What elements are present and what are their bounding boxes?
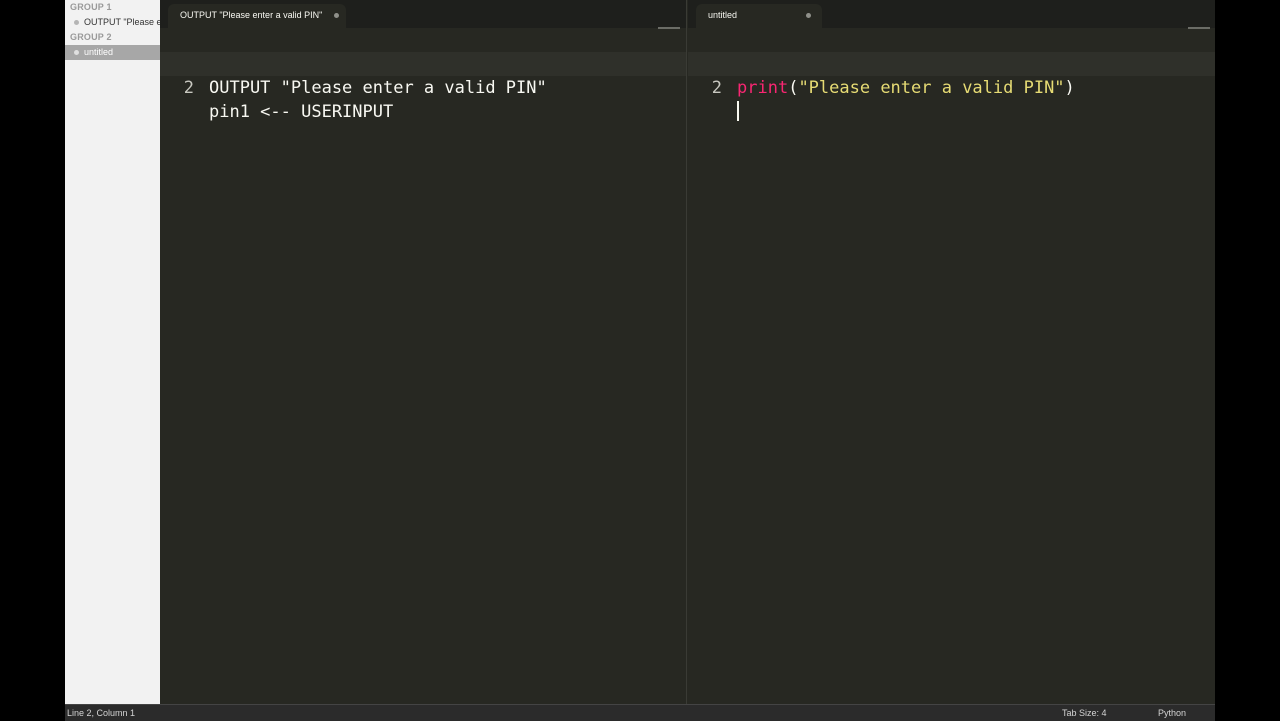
code-line-active: 2 pin1 <-- USERINPUT: [160, 52, 686, 122]
paren-token: ): [1064, 78, 1075, 98]
tab-label: OUTPUT "Please enter a valid PIN": [180, 10, 323, 20]
tab-bar: untitled: [688, 0, 1215, 29]
tab-label: untitled: [708, 10, 738, 20]
sidebar-open-files: GROUP 1 OUTPUT "Please e GROUP 2 untitle…: [65, 0, 161, 704]
file-dot-icon: [74, 20, 79, 25]
tab-untitled[interactable]: untitled: [696, 4, 822, 28]
code-line: 1 OUTPUT "Please enter a valid PIN": [160, 28, 686, 98]
group-heading-2: GROUP 2: [70, 32, 112, 42]
line-text: pin1 <-- USERINPUT: [209, 102, 394, 122]
group-heading-1: GROUP 1: [70, 2, 112, 12]
tab-bar: OUTPUT "Please enter a valid PIN": [160, 0, 686, 29]
sidebar-file-label: untitled: [84, 47, 114, 57]
tab-output-file[interactable]: OUTPUT "Please enter a valid PIN": [168, 4, 346, 28]
unsaved-dot-icon[interactable]: [334, 13, 339, 18]
sidebar-file-untitled[interactable]: untitled: [65, 45, 160, 60]
line-text: print("Please enter a valid PIN"): [737, 76, 1075, 100]
syntax-selector[interactable]: Python: [1158, 705, 1186, 721]
paren-token: (: [788, 78, 799, 98]
line-number: 2: [711, 78, 722, 98]
unsaved-dot-icon[interactable]: [806, 13, 811, 18]
code-editor[interactable]: 1 OUTPUT "Please enter a valid PIN" 2 pi…: [160, 28, 686, 704]
editor-pane-left: OUTPUT "Please enter a valid PIN" 1 OUTP…: [160, 0, 687, 704]
code-line: 1 print("Please enter a valid PIN"): [688, 28, 1215, 98]
sidebar-file-label: OUTPUT "Please e: [84, 17, 161, 27]
status-bar: Line 2, Column 1 Tab Size: 4 Python: [65, 704, 1215, 721]
line-text: [737, 100, 739, 124]
file-dot-icon: [74, 50, 79, 55]
editor-pane-right: untitled 1 print("Please enter a valid P…: [688, 0, 1215, 704]
code-editor[interactable]: 1 print("Please enter a valid PIN") 2: [688, 28, 1215, 704]
line-text: OUTPUT "Please enter a valid PIN": [209, 78, 547, 98]
string-token: "Please enter a valid PIN": [798, 78, 1065, 98]
editor-window: GROUP 1 OUTPUT "Please e GROUP 2 untitle…: [65, 0, 1215, 721]
cursor-position: Line 2, Column 1: [67, 708, 136, 718]
line-number: 2: [183, 78, 194, 98]
tab-size-selector[interactable]: Tab Size: 4: [1062, 705, 1107, 721]
text-cursor: [737, 100, 739, 121]
code-line-active: 2: [688, 52, 1215, 121]
sidebar-file-output[interactable]: OUTPUT "Please e: [65, 15, 160, 30]
